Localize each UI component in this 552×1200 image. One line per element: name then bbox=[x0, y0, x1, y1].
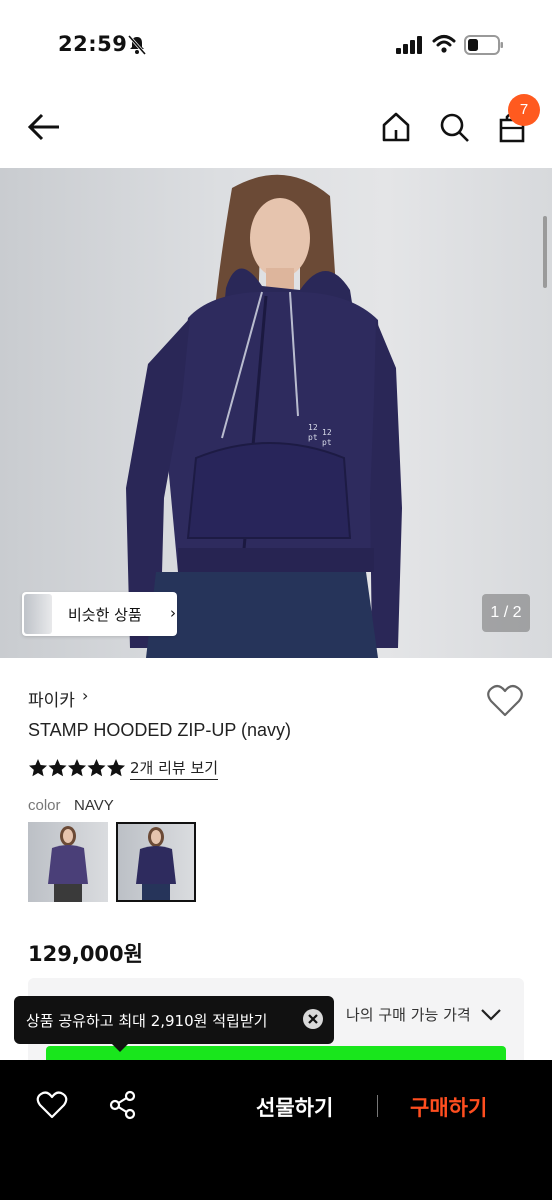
chevron-down-icon[interactable] bbox=[480, 1004, 502, 1024]
tooltip-arrow bbox=[112, 1044, 128, 1052]
tooltip-text: 상품 공유하고 최대 2,910원 적립받기 bbox=[26, 1012, 268, 1030]
similar-product-thumbnail bbox=[24, 594, 52, 634]
scrollbar[interactable] bbox=[543, 216, 547, 288]
review-link[interactable]: 2개 리뷰 보기 bbox=[130, 757, 219, 780]
rating-stars bbox=[29, 759, 125, 777]
share-icon[interactable] bbox=[108, 1090, 138, 1120]
hoodie-print-text: pt bbox=[308, 433, 318, 442]
heart-icon[interactable] bbox=[486, 684, 524, 718]
product-name: STAMP HOODED ZIP-UP (navy) bbox=[28, 720, 292, 740]
brand-link[interactable]: 파이카 bbox=[28, 686, 75, 711]
star-icon bbox=[107, 759, 125, 777]
thumbnail-photo bbox=[48, 826, 88, 902]
close-icon[interactable] bbox=[302, 1008, 324, 1030]
hoodie-print-text: 12 bbox=[322, 428, 332, 437]
image-page-indicator: 1 / 2 bbox=[482, 594, 530, 632]
thumbnail-photo bbox=[136, 827, 176, 900]
chevron-right-icon: › bbox=[82, 686, 89, 705]
bell-slash-icon bbox=[128, 35, 146, 55]
bottom-action-bar bbox=[0, 1060, 552, 1200]
chevron-right-icon: › bbox=[170, 604, 176, 622]
color-option-thumbnail-selected[interactable] bbox=[116, 822, 196, 902]
top-navigation bbox=[0, 90, 552, 166]
hoodie-print-text: 12 bbox=[308, 423, 318, 432]
signal-icon bbox=[396, 36, 422, 54]
star-icon bbox=[68, 759, 86, 777]
divider bbox=[377, 1095, 378, 1117]
status-time: 22:59 bbox=[58, 32, 128, 56]
star-icon bbox=[29, 759, 47, 777]
star-icon bbox=[87, 759, 106, 777]
cart-count-badge: 7 bbox=[508, 94, 540, 126]
model-photo bbox=[126, 174, 402, 658]
similar-products-button[interactable]: 비슷한 상품 › bbox=[22, 592, 177, 636]
heart-icon[interactable] bbox=[36, 1090, 68, 1120]
battery-icon bbox=[464, 35, 503, 55]
color-value: NAVY bbox=[74, 797, 114, 814]
color-label: color bbox=[28, 797, 61, 814]
hoodie-print-text: pt bbox=[322, 438, 332, 447]
gift-button[interactable]: 선물하기 bbox=[256, 1092, 333, 1122]
search-icon[interactable] bbox=[438, 110, 470, 144]
status-bar: 22:59 bbox=[0, 0, 552, 90]
buy-button[interactable]: 구매하기 bbox=[410, 1092, 487, 1122]
my-price-dropdown[interactable]: 나의 구매 가능 가격 bbox=[346, 1004, 471, 1025]
back-arrow-icon[interactable] bbox=[26, 110, 62, 144]
color-option-thumbnail[interactable] bbox=[28, 822, 108, 902]
similar-products-label: 비슷한 상품 bbox=[68, 606, 142, 624]
share-reward-tooltip: 상품 공유하고 최대 2,910원 적립받기 bbox=[14, 996, 334, 1044]
wifi-icon bbox=[432, 35, 456, 53]
star-icon bbox=[48, 759, 67, 777]
product-image[interactable]: 12 pt 12 pt bbox=[0, 168, 552, 658]
product-price: 129,000원 bbox=[28, 942, 143, 966]
home-icon[interactable] bbox=[380, 110, 412, 144]
